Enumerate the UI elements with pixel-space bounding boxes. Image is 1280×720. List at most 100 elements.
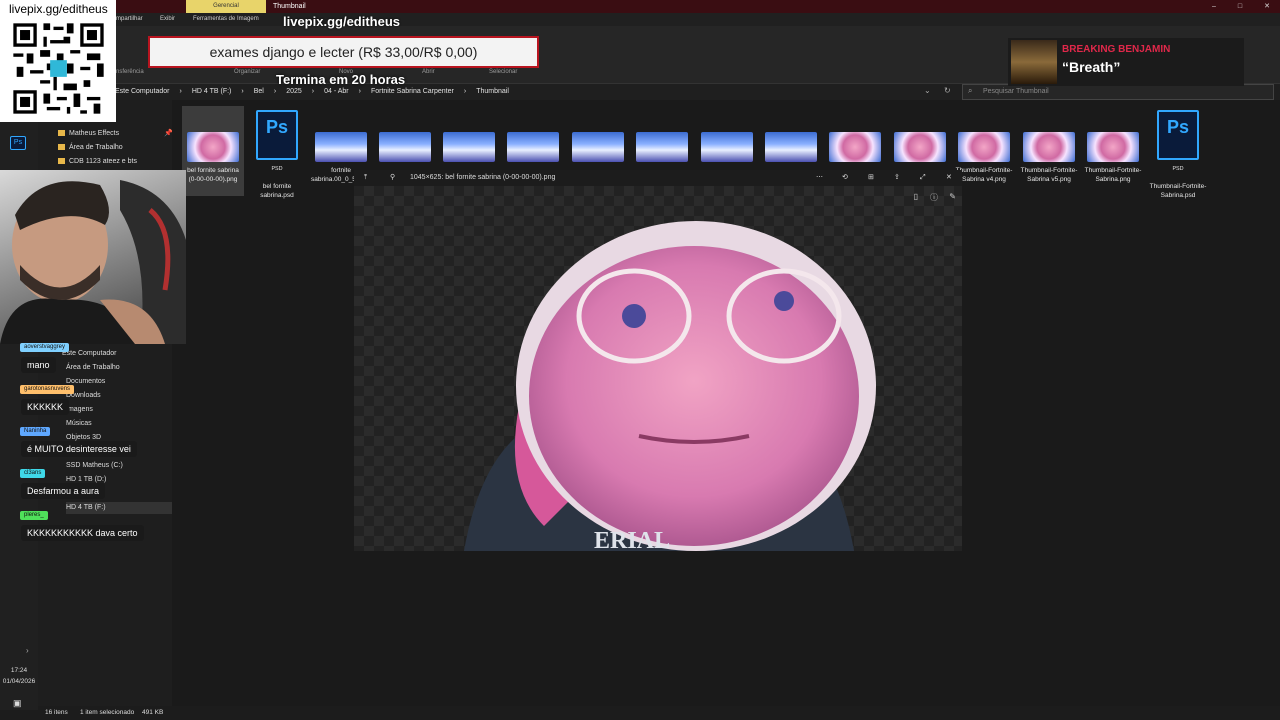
sidebar-item-desktop-2[interactable]: Área de Trabalho	[66, 362, 120, 374]
image-thumbnail	[1023, 132, 1075, 162]
minimize-icon[interactable]: –	[1212, 0, 1216, 13]
search-input[interactable]: Pesquisar Thumbnail	[962, 84, 1274, 100]
window-title: Thumbnail	[273, 3, 306, 10]
image-thumbnail	[765, 132, 817, 162]
preview-info: 1045×625: bel fornite sabrina (0-00-00-0…	[410, 174, 556, 181]
donation-goal: exames django e lecter (R$ 33,00/R$ 0,00…	[148, 36, 539, 68]
file-item[interactable]	[632, 132, 692, 166]
info-icon[interactable]: ⓘ	[930, 192, 938, 203]
close-icon[interactable]: ✕	[946, 170, 952, 186]
file-item[interactable]: Ps PSD bel fornite sabrina.psd	[247, 110, 307, 200]
context-tab[interactable]: Gerencial	[186, 0, 266, 13]
sidebar-item-cdb[interactable]: CDB 1123 ateez e bts	[58, 156, 137, 168]
file-item[interactable]	[825, 132, 885, 166]
sidebar-item-drive-c[interactable]: SSD Matheus (C:)	[66, 460, 123, 472]
file-item[interactable]	[697, 132, 757, 166]
window-controls: – □ ✕	[1212, 0, 1270, 13]
photoshop-icon[interactable]: Ps	[10, 136, 26, 150]
item-count: 16 itens	[45, 709, 68, 716]
image-thumbnail	[958, 132, 1010, 162]
chat-username: cl3ans	[20, 469, 46, 478]
chat-message: KKKKKKKKKKK dava certo	[21, 525, 144, 541]
crop-icon[interactable]: ⊞	[868, 170, 874, 186]
pen-icon[interactable]: ✎	[949, 192, 956, 201]
file-name: Thumbnail-Fortnite-Sabrina v4.png	[955, 167, 1013, 183]
file-item[interactable]	[503, 132, 563, 166]
preview-image: ERIAL	[464, 221, 876, 551]
music-title: “Breath”	[1062, 59, 1121, 75]
file-item[interactable]: Thumbnail-Fortnite-Sabrina v4.png	[954, 132, 1014, 184]
upload-icon[interactable]: ⤒	[364, 170, 367, 186]
tab-share[interactable]: mpartilhar	[116, 13, 143, 26]
music-artist: BREAKING BENJAMIN	[1062, 44, 1171, 55]
chat-message: KKKKKK	[21, 399, 70, 415]
image-preview: ERIAL ▯ ⓘ ✎	[354, 186, 962, 551]
preview-toolbar: ⤒ ⚲ 1045×625: bel fornite sabrina (0-00-…	[354, 170, 962, 186]
chevron-right-icon[interactable]: ›	[26, 646, 29, 655]
file-item[interactable]	[890, 132, 950, 166]
webcam-feed	[0, 170, 186, 344]
status-bar: 16 itens 1 item selecionado 491 KB	[38, 706, 1280, 720]
image-thumbnail	[443, 132, 495, 162]
sidebar-item-this-pc[interactable]: Este Computador	[62, 348, 116, 360]
image-thumbnail	[315, 132, 367, 162]
image-thumbnail	[187, 132, 239, 162]
system-clock: 17:24 01/04/2026	[2, 667, 36, 685]
sidebar-item-music[interactable]: Músicas	[66, 418, 92, 430]
image-thumbnail	[507, 132, 559, 162]
file-item[interactable]: Thumbnail-Fortnite-Sabrina.png	[1083, 132, 1143, 184]
chat-username: garotonasnuvens	[20, 385, 75, 394]
folder-icon	[58, 158, 65, 165]
refresh-icon[interactable]: ↻	[944, 86, 951, 95]
notification-icon[interactable]: ▣	[13, 698, 22, 709]
ribbon-tabs: mpartilhar Exibir Ferramentas de Imagem	[0, 13, 1280, 26]
livepix-url-center: livepix.gg/editheus	[283, 14, 401, 29]
selected-count: 1 item selecionado	[80, 709, 135, 716]
sidebar-item-pictures[interactable]: Imagens	[66, 404, 93, 416]
breadcrumb-item[interactable]: Thumbnail	[476, 84, 509, 100]
rotate-icon[interactable]: ⟲	[842, 170, 848, 186]
file-item[interactable]	[375, 132, 435, 166]
close-icon[interactable]: ✕	[1264, 0, 1270, 13]
maximize-icon[interactable]: □	[1238, 0, 1242, 13]
chat-username: Naninha	[20, 427, 51, 436]
chat-username: aoverstvaggrey	[20, 343, 70, 352]
tab-image-tools[interactable]: Ferramentas de Imagem	[193, 13, 259, 26]
folder-icon	[58, 144, 65, 151]
pin-icon[interactable]: ⚲	[390, 170, 395, 186]
breadcrumb-item[interactable]: Bel	[254, 84, 264, 100]
shirt-text: ERIAL	[594, 528, 670, 551]
file-item[interactable]: bel fornite sabrina (0-00-00-00).png	[183, 132, 243, 184]
chat-message: Desfarmou a aura	[21, 483, 106, 499]
file-item[interactable]: Ps PSD Thumbnail-Fortnite-Sabrina.psd	[1148, 110, 1208, 200]
image-thumbnail	[572, 132, 624, 162]
photoshop-file-icon: Ps	[256, 110, 298, 160]
file-item[interactable]	[439, 132, 499, 166]
sidebar-item-drive-f[interactable]: HD 4 TB (F:)	[66, 502, 172, 514]
more-icon[interactable]: ⋯	[816, 170, 823, 186]
image-thumbnail	[1087, 132, 1139, 162]
chat-message: mano	[21, 357, 56, 373]
ribbon-group-organize: Organizar	[234, 69, 261, 75]
sidebar-item-matheus-effects[interactable]: Matheus Effects	[58, 128, 119, 140]
psd-label: PSD	[1172, 166, 1184, 172]
share-icon[interactable]: ⇪	[894, 170, 900, 186]
webcam-image	[0, 180, 186, 344]
album-art	[1011, 40, 1057, 84]
ribbon-group-transfer: nsferência	[116, 69, 144, 75]
breadcrumb-item[interactable]: Este Computador	[115, 84, 169, 100]
tab-view[interactable]: Exibir	[160, 13, 175, 26]
copy-icon[interactable]: ▯	[914, 192, 918, 201]
expand-icon[interactable]: ⤢	[920, 170, 926, 186]
search-icon: ⌕	[968, 86, 973, 95]
file-name: bel fornite sabrina (0-00-00-00).png	[187, 167, 239, 183]
image-thumbnail	[379, 132, 431, 162]
breadcrumb-item[interactable]: HD 4 TB (F:)	[192, 84, 232, 100]
file-item[interactable]: Thumbnail-Fortnite-Sabrina v5.png	[1019, 132, 1079, 184]
sidebar-item-desktop[interactable]: Área de Trabalho	[58, 142, 123, 154]
livepix-url: livepix.gg/editheus	[9, 2, 108, 16]
chevron-down-icon[interactable]: ⌄	[924, 86, 931, 95]
file-item[interactable]	[568, 132, 628, 166]
file-item[interactable]	[761, 132, 821, 166]
photoshop-file-icon: Ps	[1157, 110, 1199, 160]
